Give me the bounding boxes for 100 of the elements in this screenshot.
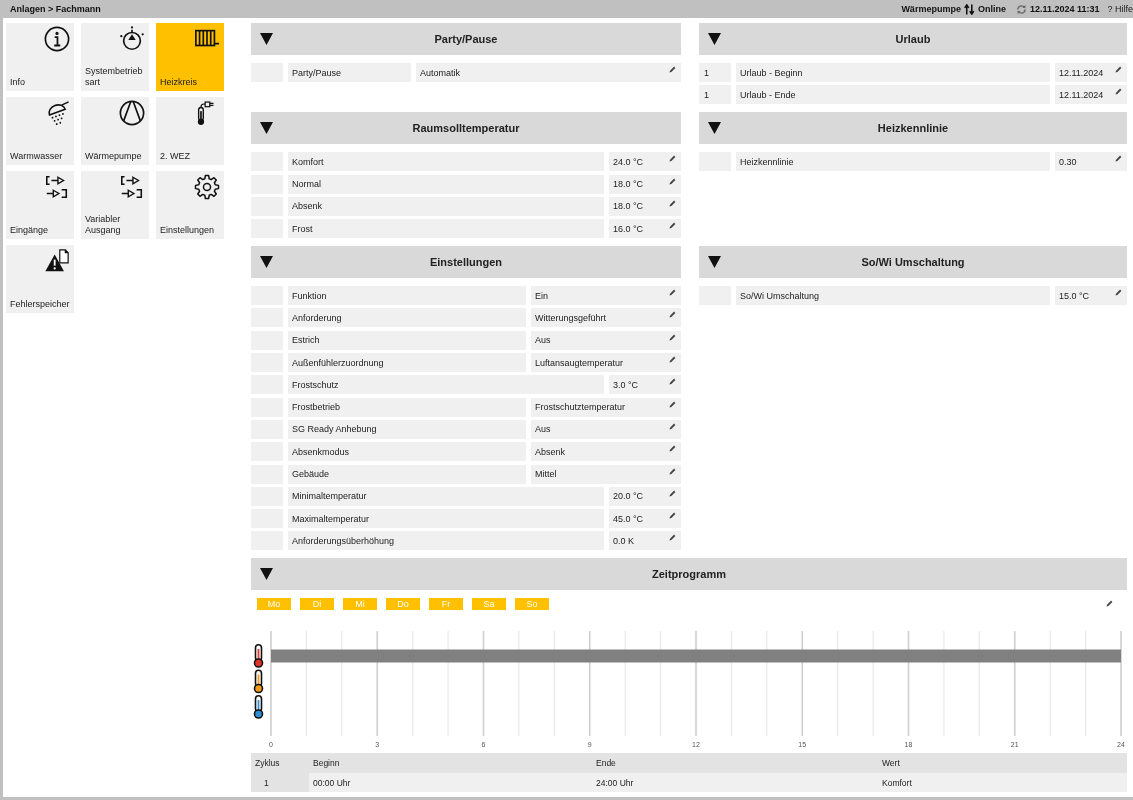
label-cell: Maximaltemperatur: [288, 509, 604, 529]
pencil-icon[interactable]: [1115, 155, 1122, 163]
menu-tile[interactable]: Eingänge: [6, 171, 74, 239]
pencil-icon[interactable]: [669, 467, 676, 475]
pencil-icon[interactable]: [669, 66, 676, 73]
panel-title: Einstellungen: [428, 256, 504, 269]
label-cell: Frost: [288, 219, 604, 239]
value-text: 20.0 °C: [613, 491, 644, 502]
pencil-icon[interactable]: [669, 512, 676, 520]
value-text: Automatik: [420, 67, 461, 78]
compressor-icon: [119, 100, 145, 126]
panel-title: So/Wi Umschaltung: [860, 256, 966, 269]
pencil-icon[interactable]: [669, 289, 676, 297]
value-text: 16.0 °C: [613, 223, 644, 234]
pencil-icon[interactable]: [669, 177, 676, 185]
value-text: Mittel: [535, 469, 557, 480]
pencil-icon[interactable]: [669, 333, 676, 341]
pencil-icon[interactable]: [1115, 66, 1122, 73]
pencil-icon[interactable]: [669, 222, 676, 230]
caret-icon[interactable]: [260, 256, 273, 269]
value-text: Ein: [535, 290, 548, 301]
settings-icon: [194, 174, 220, 200]
menu-tile[interactable]: Systembetriebsart: [81, 23, 149, 91]
panel-title: Zeitprogramm: [651, 568, 727, 581]
value-text: 15.0 °C: [1059, 290, 1090, 301]
thermometer-icon: [253, 644, 264, 669]
table-cell: 1: [251, 773, 309, 793]
panel-header[interactable]: Urlaub: [699, 23, 1127, 55]
value-text: 24.0 °C: [613, 156, 644, 167]
label-cell: Party/Pause: [288, 63, 411, 82]
label-cell: Komfort: [288, 152, 604, 172]
label-cell: Heizkennlinie: [736, 152, 1050, 172]
value-text: Frostschutztemperatur: [535, 402, 626, 413]
pencil-icon[interactable]: [669, 356, 676, 364]
info-icon: [44, 26, 70, 52]
up-down-arrows-icon: [963, 3, 975, 15]
column-header: Ende: [595, 758, 617, 769]
warning-icon: [44, 248, 70, 274]
menu-tile[interactable]: Info: [6, 23, 74, 91]
value-text: 12.11.2024: [1059, 89, 1104, 100]
pencil-icon[interactable]: [669, 489, 676, 497]
label-cell: Absenkmodus: [288, 442, 526, 462]
caret-icon[interactable]: [260, 33, 273, 45]
panel-title: Raumsolltemperatur: [411, 122, 521, 135]
pencil-icon[interactable]: [669, 445, 676, 453]
panel-header[interactable]: Heizkennlinie: [699, 112, 1127, 145]
panel-header[interactable]: Einstellungen: [251, 246, 681, 279]
pencil-icon[interactable]: [1115, 88, 1122, 96]
sync-icon: [1015, 3, 1027, 15]
breadcrumb[interactable]: Anlagen > Fachmann: [10, 4, 101, 14]
caret-icon[interactable]: [260, 568, 273, 581]
pencil-icon[interactable]: [669, 311, 676, 319]
value-text: 45.0 °C: [613, 513, 644, 524]
pencil-icon[interactable]: [669, 378, 676, 386]
pencil-icon[interactable]: [1115, 289, 1122, 297]
menu-tile[interactable]: Fehlerspeicher: [6, 245, 74, 313]
value-text: Aus: [535, 424, 551, 435]
caret-icon[interactable]: [708, 33, 721, 45]
value-text: 18.0 °C: [613, 179, 644, 190]
table-cell: Komfort: [878, 773, 1127, 793]
index-cell: 1: [699, 85, 731, 105]
panel-header[interactable]: So/Wi Umschaltung: [699, 246, 1127, 279]
menu-tile[interactable]: 2. WEZ: [156, 97, 224, 165]
panel-header[interactable]: Zeitprogramm: [251, 558, 1127, 591]
label-cell: Urlaub - Ende: [736, 85, 1050, 105]
thermometer-icon: [253, 669, 264, 694]
menu-tile[interactable]: Einstellungen: [156, 171, 224, 239]
menu-tile[interactable]: Heizkreis: [156, 23, 224, 91]
value-text: 0.30: [1059, 156, 1077, 167]
value-text: 0.0 K: [613, 535, 634, 546]
value-text: Aus: [535, 335, 551, 346]
value-text: 3.0 °C: [613, 379, 639, 390]
column-header: Zyklus: [254, 758, 281, 769]
menu-tile[interactable]: Warmwasser: [6, 97, 74, 165]
label-cell: Frostschutz: [288, 375, 604, 395]
pencil-icon[interactable]: [669, 400, 676, 408]
stopwatch-icon: [119, 26, 145, 52]
value-text: Luftansaugtemperatur: [535, 357, 624, 368]
value-text: 18.0 °C: [613, 201, 644, 212]
pencil-icon[interactable]: [669, 199, 676, 207]
label-cell: Normal: [288, 174, 604, 194]
label-cell: Außenfühlerzuordnung: [288, 353, 526, 373]
panel-header[interactable]: Party/Pause: [251, 23, 681, 55]
pencil-icon[interactable]: [1106, 600, 1113, 608]
caret-icon[interactable]: [708, 122, 721, 135]
thermometer-icon: [253, 695, 264, 720]
table-cell: 24:00 Uhr: [592, 773, 878, 793]
menu-tile[interactable]: Wärmepumpe: [81, 97, 149, 165]
label-cell: SG Ready Anhebung: [288, 419, 526, 439]
pencil-icon[interactable]: [669, 534, 676, 542]
pencil-icon[interactable]: [669, 155, 676, 163]
value-text: Witterungsgeführt: [535, 313, 607, 323]
caret-icon[interactable]: [260, 122, 273, 135]
menu-tile[interactable]: Variabler Ausgang: [81, 171, 149, 239]
connection-status: Online: [977, 4, 1006, 14]
caret-icon[interactable]: [708, 256, 721, 269]
pencil-icon[interactable]: [669, 422, 676, 430]
panel-header[interactable]: Raumsolltemperatur: [251, 112, 681, 145]
label-cell: Estrich: [288, 330, 526, 350]
help-link[interactable]: ? Hilfe: [1107, 4, 1133, 14]
